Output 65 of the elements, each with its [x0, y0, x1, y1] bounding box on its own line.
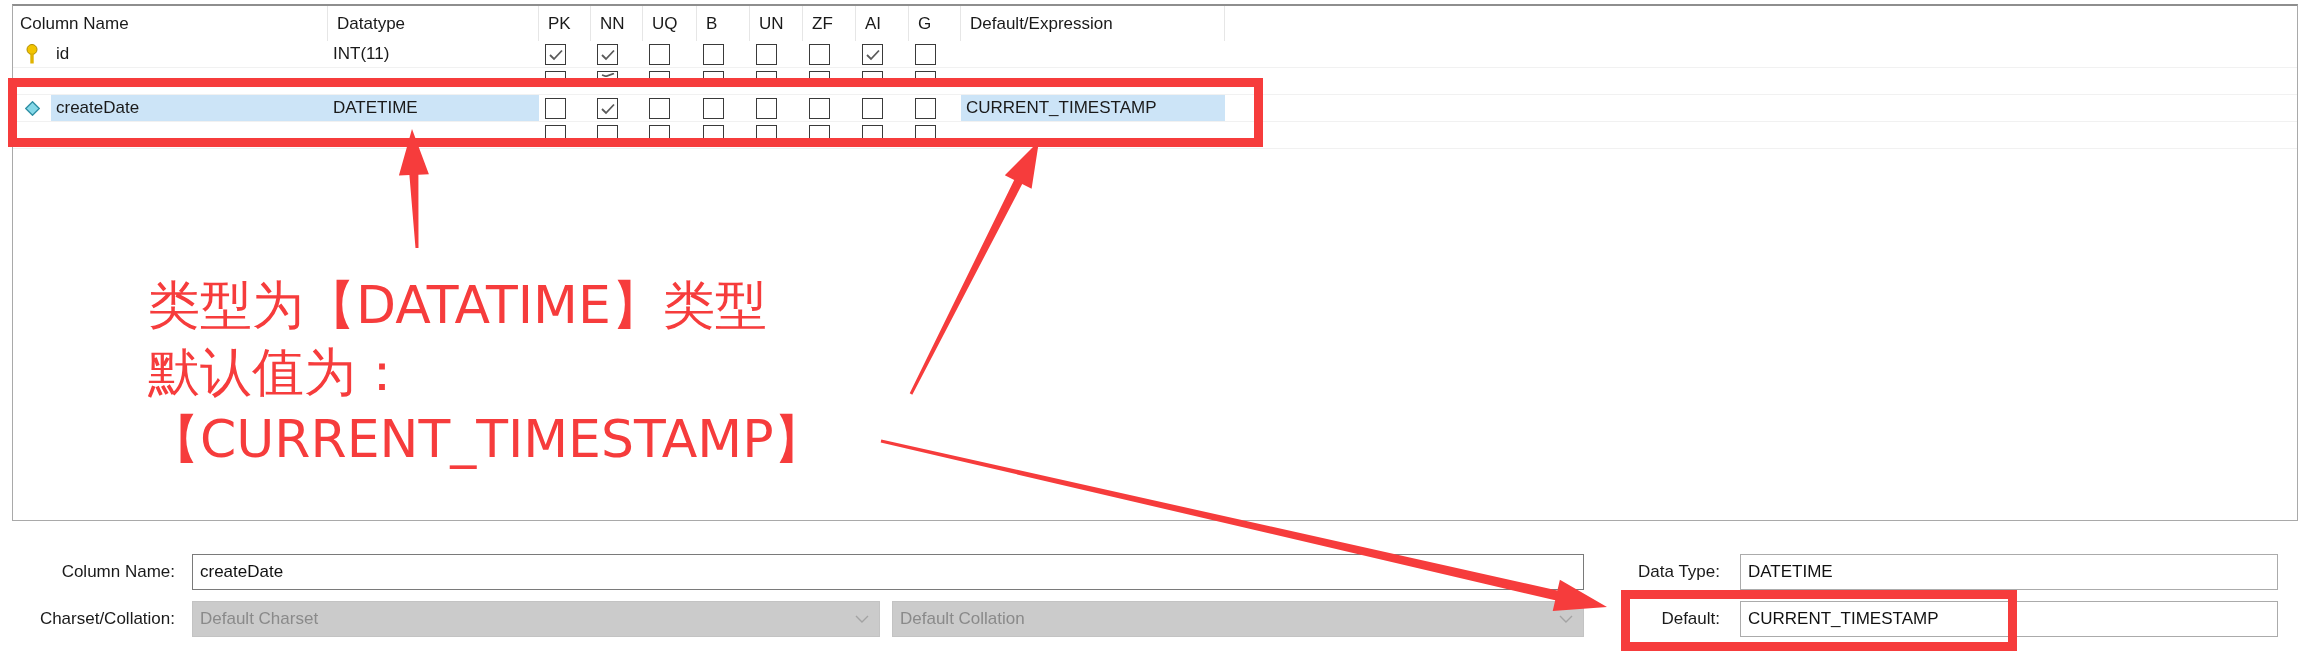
chevron-down-icon [1559, 615, 1573, 623]
checkbox[interactable] [756, 98, 777, 119]
checkbox[interactable] [703, 125, 724, 138]
checkbox[interactable] [862, 98, 883, 119]
column-header[interactable]: NN [591, 6, 643, 41]
checkbox[interactable] [597, 44, 618, 65]
diamond-icon [24, 100, 40, 116]
column-header[interactable]: Datatype [328, 6, 539, 41]
datatype-cell: DATETIME [328, 95, 539, 121]
column-header[interactable]: ZF [803, 6, 856, 41]
column-header[interactable]: PK [539, 6, 591, 41]
column-header[interactable]: Default/Expression [961, 6, 1225, 41]
default-cell: CURRENT_TIMESTAMP [961, 95, 1225, 121]
checkbox[interactable] [597, 98, 618, 119]
checkbox[interactable] [809, 98, 830, 119]
checkbox[interactable] [597, 125, 618, 138]
column-name-field[interactable]: createDate [192, 554, 1584, 590]
checkbox[interactable] [915, 98, 936, 119]
check-icon [600, 73, 615, 77]
default-field[interactable]: CURRENT_TIMESTAMP [1740, 601, 2278, 637]
chevron-down-icon [855, 615, 869, 623]
checkbox[interactable] [809, 71, 830, 78]
key-icon [26, 44, 38, 64]
checkbox[interactable] [703, 44, 724, 65]
checkbox[interactable] [703, 98, 724, 119]
column-header[interactable]: B [697, 6, 750, 41]
column-name-cell-text: id [55, 43, 71, 65]
datatype-cell-text: INT(11) [332, 43, 391, 65]
checkbox[interactable] [545, 71, 566, 78]
column-name-cell: createDate [51, 95, 328, 121]
checkbox[interactable] [545, 125, 566, 138]
checkbox[interactable] [862, 44, 883, 65]
checkbox[interactable] [915, 71, 936, 78]
checkbox[interactable] [649, 125, 670, 138]
checkbox[interactable] [756, 44, 777, 65]
checkbox[interactable] [915, 125, 936, 138]
column-header[interactable]: UN [750, 6, 803, 41]
check-icon [600, 102, 615, 115]
check-icon [865, 48, 880, 61]
field-label: Data Type: [1637, 561, 1721, 583]
data-type-field[interactable]: DATETIME [1740, 554, 2278, 590]
annotation-text: 类型为【DATATIME】类型 默认值为： 【CURRENT_TIMESTAMP】 [148, 274, 826, 471]
checkbox[interactable] [597, 71, 618, 78]
checkbox[interactable] [756, 71, 777, 78]
checkbox[interactable] [649, 71, 670, 78]
checkbox[interactable] [809, 125, 830, 138]
checkbox[interactable] [862, 71, 883, 78]
field-label: Column Name: [60, 561, 176, 583]
checkbox[interactable] [862, 125, 883, 138]
column-header[interactable]: G [909, 6, 961, 41]
checkbox[interactable] [545, 44, 566, 65]
field-label: Charset/Collation: [38, 608, 176, 630]
checkbox[interactable] [756, 125, 777, 138]
check-icon [600, 48, 615, 61]
checkbox[interactable] [703, 71, 724, 78]
checkbox[interactable] [809, 44, 830, 65]
checkbox[interactable] [915, 44, 936, 65]
column-header[interactable]: AI [856, 6, 909, 41]
column-header[interactable]: Column Name [13, 6, 328, 41]
field-label: Default: [1660, 608, 1721, 630]
checkbox[interactable] [649, 98, 670, 119]
checkbox[interactable] [545, 98, 566, 119]
check-icon [548, 48, 563, 61]
checkbox[interactable] [649, 44, 670, 65]
column-header[interactable]: UQ [643, 6, 697, 41]
